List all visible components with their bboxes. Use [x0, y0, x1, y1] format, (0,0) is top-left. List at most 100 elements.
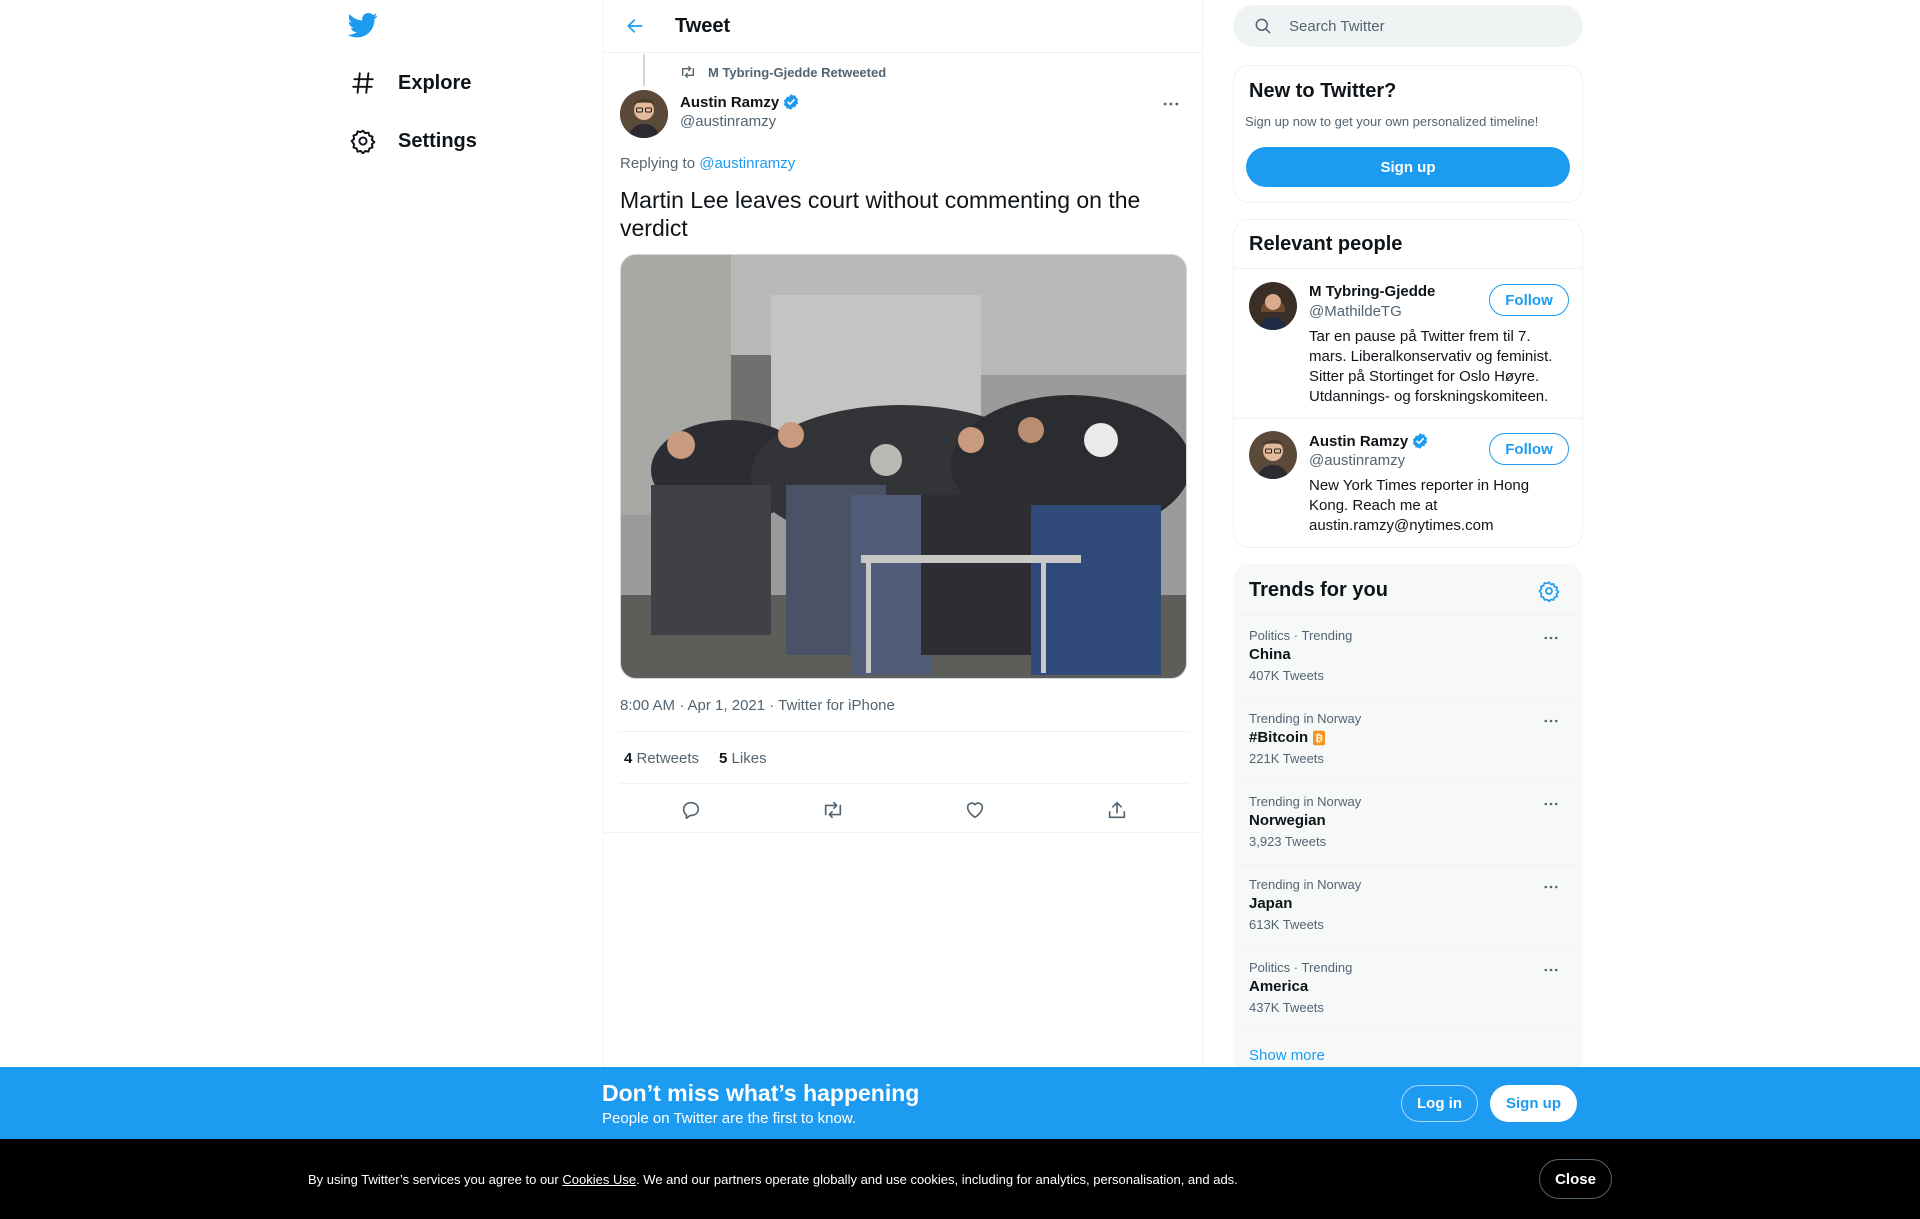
- nav-item-label: Settings: [398, 129, 477, 152]
- divider: [604, 832, 1202, 833]
- trend-item[interactable]: Trending in Norway #Bitcoin ₿ 221K Tweet…: [1234, 698, 1582, 781]
- log-in-button[interactable]: Log in: [1401, 1085, 1478, 1122]
- person-bio: New York Times reporter in Hong Kong. Re…: [1309, 477, 1530, 534]
- divider: [1234, 418, 1582, 419]
- replying-prefix: Replying to: [620, 155, 700, 172]
- cookie-text-after: . We and our partners operate globally a…: [636, 1172, 1238, 1187]
- trend-more-button[interactable]: [1536, 709, 1566, 733]
- trend-context: Trending in Norway: [1249, 794, 1362, 809]
- back-button[interactable]: [618, 9, 652, 43]
- person-name[interactable]: M Tybring-Gjedde: [1309, 283, 1435, 300]
- trend-name: America: [1249, 978, 1309, 995]
- banner-sign-up-button[interactable]: Sign up: [1490, 1085, 1577, 1122]
- person-item[interactable]: M Tybring-Gjedde @MathildeTG Tar en paus…: [1249, 282, 1569, 412]
- thread-connector-line: [643, 54, 645, 86]
- trend-item[interactable]: Trending in Norway Norwegian 3,923 Tweet…: [1234, 781, 1582, 864]
- replying-to: Replying to @austinramzy: [620, 155, 795, 172]
- avatar[interactable]: [1249, 431, 1297, 479]
- share-icon: [1108, 801, 1126, 819]
- show-more-link[interactable]: Show more: [1249, 1047, 1325, 1064]
- more-options-button[interactable]: [1154, 92, 1188, 116]
- divider: [1234, 1030, 1582, 1031]
- trend-name: Japan: [1249, 895, 1293, 912]
- nav-item-label: Explore: [398, 71, 472, 94]
- follow-button[interactable]: Follow: [1489, 284, 1569, 316]
- hashtag-icon: [350, 70, 376, 96]
- person-bio: Tar en pause på Twitter frem til 7. mars…: [1309, 328, 1553, 405]
- cookie-text-before: By using Twitter’s services you agree to…: [308, 1172, 563, 1187]
- trend-more-button[interactable]: [1536, 958, 1566, 982]
- page-title: Tweet: [675, 14, 731, 37]
- trend-context: Politics · Trending: [1249, 628, 1353, 643]
- banner-title: Don’t miss what’s happening: [602, 1080, 920, 1106]
- svg-text:₿: ₿: [1315, 732, 1323, 744]
- trend-context: Trending in Norway: [1249, 711, 1362, 726]
- main-header: Tweet: [604, 0, 1202, 53]
- nav-item-explore[interactable]: Explore: [350, 63, 471, 103]
- trend-more-button[interactable]: [1536, 792, 1566, 816]
- tweet-timestamp[interactable]: 8:00 AM · Apr 1, 2021 · Twitter for iPho…: [620, 697, 895, 714]
- trend-context: Trending in Norway: [1249, 877, 1362, 892]
- more-dots-icon: [1544, 719, 1558, 723]
- author-name[interactable]: Austin Ramzy: [680, 93, 800, 111]
- trend-name-text: #Bitcoin: [1249, 729, 1309, 746]
- sign-up-button[interactable]: Sign up: [1246, 147, 1570, 187]
- divider: [1234, 268, 1582, 269]
- card-subtitle: Sign up now to get your own personalized…: [1245, 114, 1539, 129]
- signup-banner: Don’t miss what’s happening People on Tw…: [0, 1067, 1920, 1139]
- card-title: New to Twitter?: [1249, 80, 1397, 102]
- retweet-button[interactable]: [816, 793, 850, 827]
- trends-card: Trends for you Politics · Trending China…: [1233, 564, 1583, 1074]
- author-handle[interactable]: @austinramzy: [680, 113, 776, 130]
- cookie-banner: By using Twitter’s services you agree to…: [0, 1139, 1920, 1219]
- retweet-icon: [682, 66, 694, 78]
- trend-item[interactable]: Politics · Trending America 437K Tweets: [1234, 947, 1582, 1030]
- reply-icon: [682, 801, 700, 820]
- retweet-context[interactable]: M Tybring-Gjedde Retweeted: [680, 64, 886, 80]
- retweet-icon: [824, 801, 842, 819]
- avatar[interactable]: [1249, 282, 1297, 330]
- like-button[interactable]: [958, 793, 992, 827]
- trend-item[interactable]: Politics · Trending China 407K Tweets: [1234, 615, 1582, 698]
- likes-stat[interactable]: 5 Likes: [719, 750, 767, 767]
- retweets-stat[interactable]: 4 Retweets: [624, 750, 699, 767]
- replying-to-link[interactable]: @austinramzy: [699, 155, 795, 172]
- trends-settings-button[interactable]: [1538, 580, 1560, 603]
- more-dots-icon: [1544, 968, 1558, 972]
- bitcoin-icon: ₿: [1313, 730, 1326, 745]
- card-title: Trends for you: [1249, 579, 1388, 601]
- follow-button[interactable]: Follow: [1489, 433, 1569, 465]
- share-button[interactable]: [1100, 793, 1134, 827]
- person-item[interactable]: Austin Ramzy @austinramzy New York Times…: [1249, 431, 1569, 541]
- search-box[interactable]: [1233, 5, 1583, 47]
- close-button[interactable]: Close: [1539, 1159, 1612, 1199]
- nav-item-settings[interactable]: Settings: [350, 121, 477, 161]
- avatar[interactable]: [620, 90, 668, 138]
- tweet-text: Martin Lee leaves court without commenti…: [620, 187, 1141, 241]
- trend-item[interactable]: Trending in Norway Japan 613K Tweets: [1234, 864, 1582, 947]
- trend-count: 437K Tweets: [1249, 1000, 1324, 1015]
- trend-name: China: [1249, 646, 1291, 663]
- trend-count: 3,923 Tweets: [1249, 834, 1327, 849]
- cookie-text: By using Twitter’s services you agree to…: [308, 1172, 1238, 1187]
- banner-subtitle: People on Twitter are the first to know.: [602, 1110, 857, 1127]
- person-name-text: Austin Ramzy: [1309, 432, 1409, 450]
- more-dots-icon: [1544, 885, 1558, 889]
- heart-icon: [966, 802, 984, 819]
- retweeted-by-label: M Tybring-Gjedde Retweeted: [708, 64, 887, 80]
- twitter-logo-icon[interactable]: [347, 10, 380, 42]
- trend-count: 221K Tweets: [1249, 751, 1324, 766]
- reply-button[interactable]: [674, 793, 708, 827]
- search-input[interactable]: [1289, 17, 1549, 35]
- search-icon: [1255, 18, 1271, 34]
- cookies-use-link[interactable]: Cookies Use: [562, 1172, 636, 1187]
- trend-more-button[interactable]: [1536, 626, 1566, 650]
- verified-badge-icon: [1413, 433, 1428, 449]
- trend-more-button[interactable]: [1536, 875, 1566, 899]
- tweet-photo[interactable]: [620, 254, 1187, 679]
- person-name[interactable]: Austin Ramzy: [1309, 432, 1429, 450]
- relevant-people-card: Relevant people M Tybring-Gjedde @Mathil…: [1233, 219, 1583, 548]
- likes-label: Likes: [727, 750, 767, 767]
- gear-icon: [1538, 581, 1560, 603]
- trend-context: Politics · Trending: [1249, 960, 1353, 975]
